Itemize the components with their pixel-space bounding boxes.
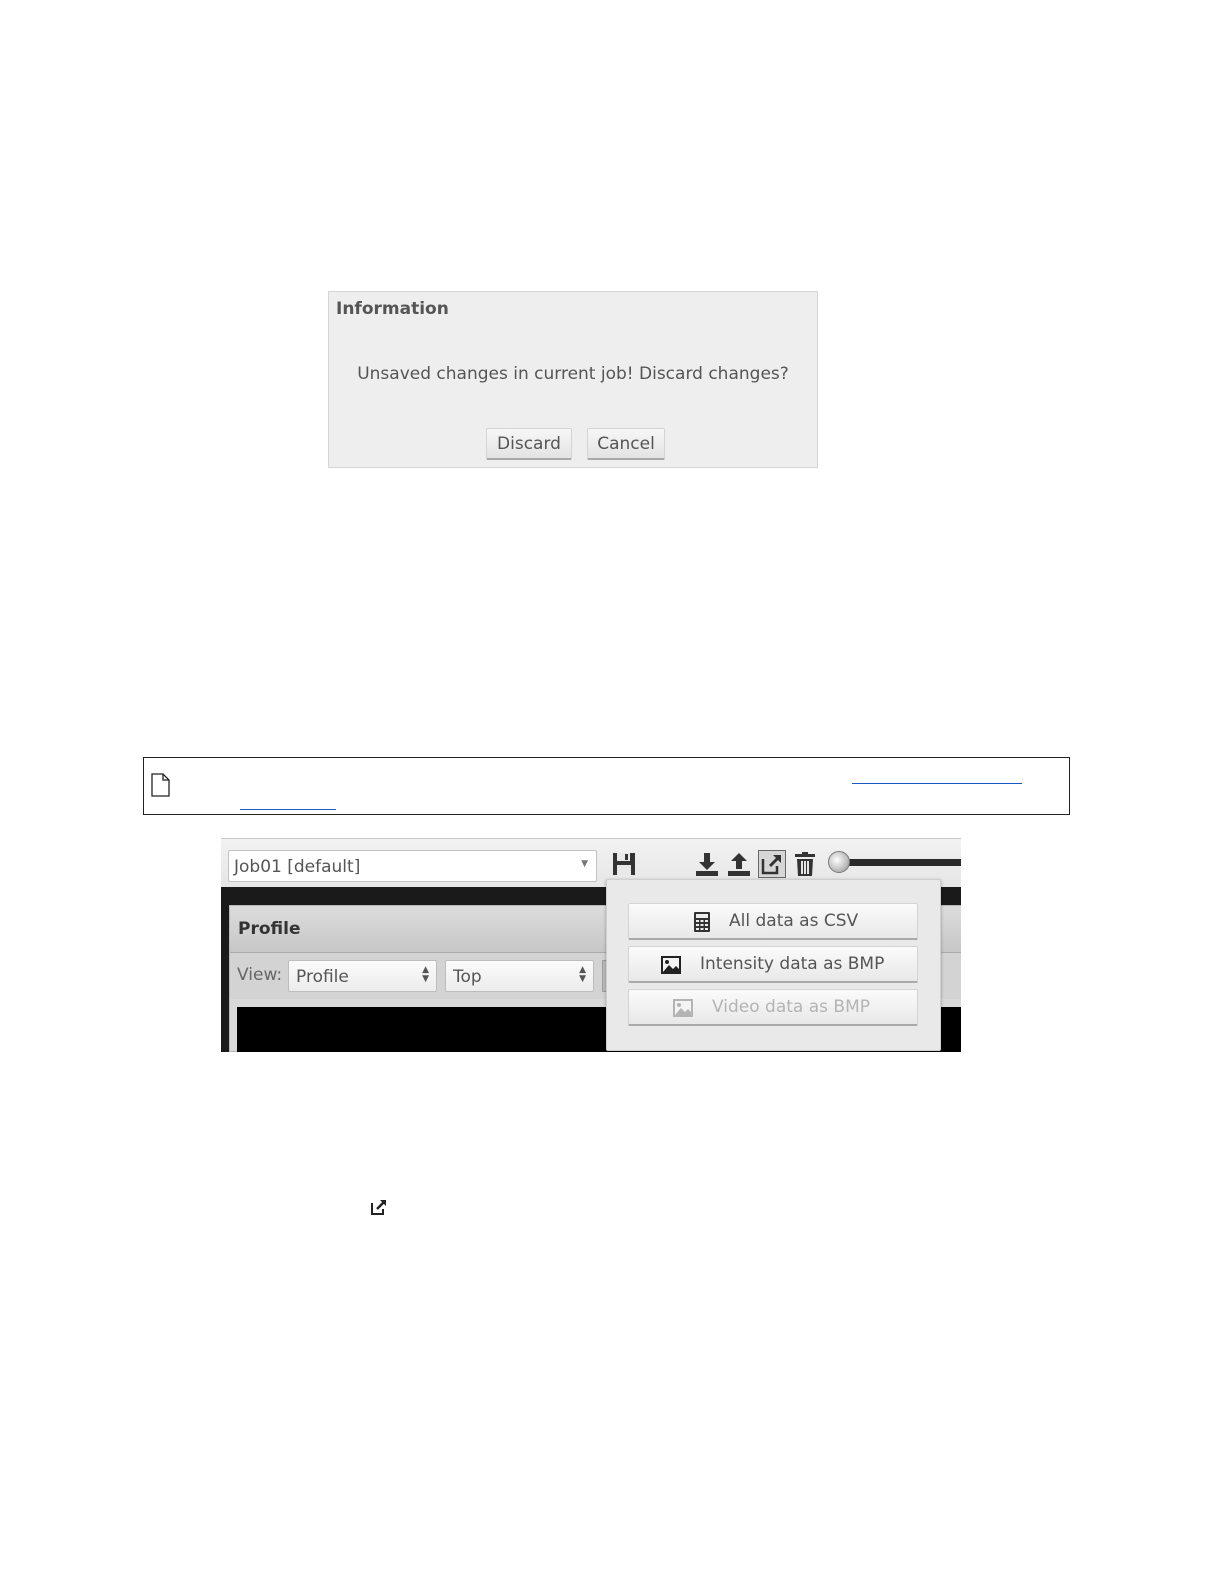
job-select[interactable]: Job01 [default] ▼	[228, 850, 597, 882]
view-select-value: Profile	[296, 967, 349, 987]
menu-item-label: All data as CSV	[729, 911, 859, 931]
app-screenshot: Job01 [default] ▼ Profile View: Profile …	[221, 838, 961, 1052]
export-icon[interactable]	[758, 850, 786, 878]
link-underline[interactable]	[852, 783, 1022, 784]
view-label: View:	[237, 965, 283, 985]
image-icon	[661, 956, 681, 974]
updown-icon: ▲ ▼	[579, 965, 586, 984]
discard-button[interactable]: Discard	[486, 428, 572, 460]
trash-icon[interactable]	[791, 850, 819, 878]
menu-item-csv[interactable]: All data as CSV	[628, 903, 918, 940]
external-link-icon	[371, 1200, 386, 1215]
job-select-value: Job01 [default]	[234, 857, 361, 877]
save-icon[interactable]	[610, 850, 638, 878]
menu-item-intensity-bmp[interactable]: Intensity data as BMP	[628, 946, 918, 983]
download-icon[interactable]	[693, 850, 721, 878]
orientation-select-value: Top	[453, 967, 482, 987]
export-menu: All data as CSV Intensity data as BMP Vi…	[606, 879, 941, 1051]
menu-item-video-bmp: Video data as BMP	[628, 989, 918, 1026]
menu-item-label: Intensity data as BMP	[700, 954, 885, 974]
slider-handle[interactable]	[828, 851, 850, 873]
dialog-message: Unsaved changes in current job! Discard …	[357, 364, 789, 384]
document-icon	[151, 773, 170, 797]
menu-item-label: Video data as BMP	[712, 997, 870, 1017]
information-dialog: Information Unsaved changes in current j…	[328, 291, 818, 468]
view-select[interactable]: Profile ▲ ▼	[288, 960, 437, 992]
dialog-title: Information	[336, 299, 449, 319]
updown-icon: ▲ ▼	[422, 965, 429, 984]
orientation-select[interactable]: Top ▲ ▼	[445, 960, 594, 992]
upload-icon[interactable]	[725, 850, 753, 878]
chevron-down-icon: ▼	[581, 859, 588, 869]
calculator-icon	[694, 912, 710, 932]
panel-title: Profile	[238, 919, 301, 939]
image-icon	[673, 999, 693, 1017]
link-underline[interactable]	[240, 809, 336, 810]
slider-track[interactable]	[843, 859, 961, 866]
note-box	[143, 757, 1070, 815]
cancel-button[interactable]: Cancel	[587, 428, 665, 460]
